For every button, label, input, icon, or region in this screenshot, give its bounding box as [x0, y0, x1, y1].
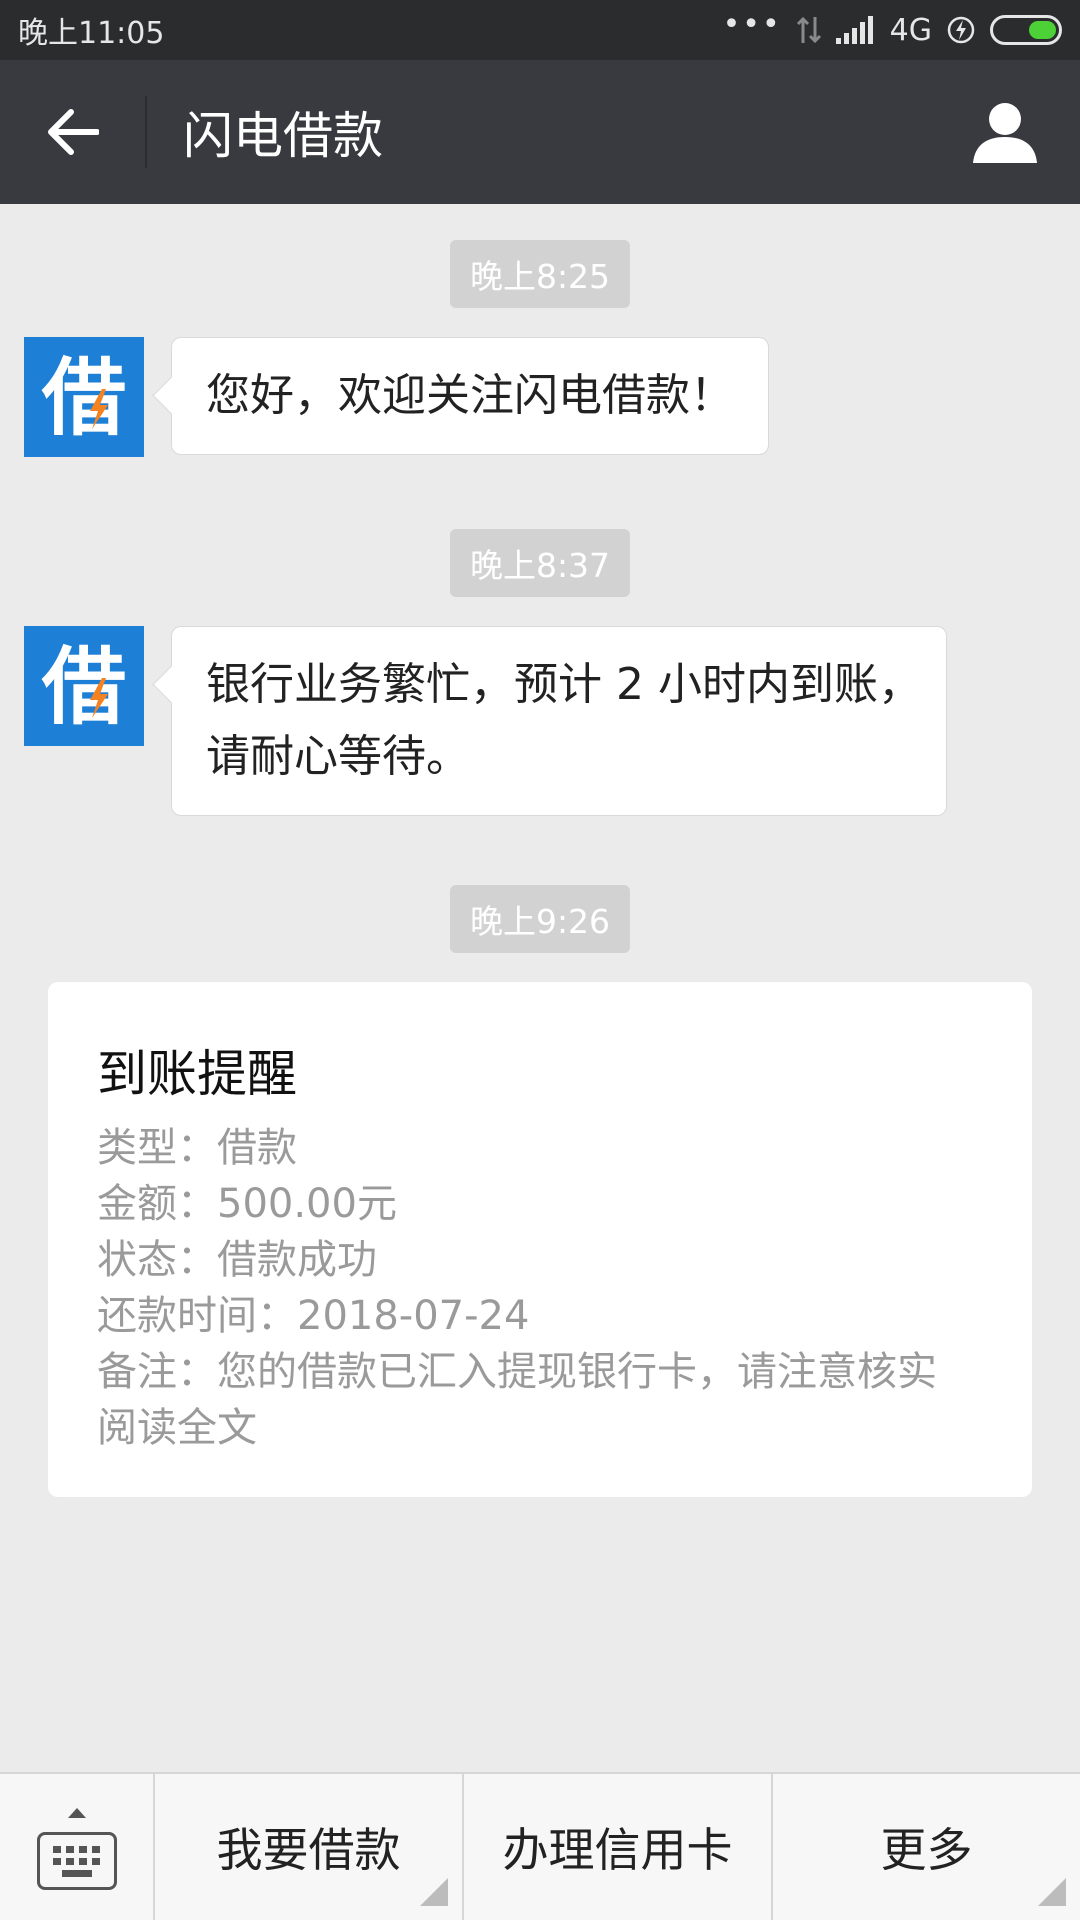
- avatar-char: 借: [41, 349, 126, 445]
- person-icon: [973, 103, 1037, 163]
- message-text: 您好，欢迎关注闪电借款！: [206, 370, 734, 421]
- card-field-status: 状态：借款成功: [97, 1237, 377, 1283]
- avatar[interactable]: 借: [24, 337, 144, 457]
- charging-icon: [947, 16, 975, 44]
- chevron-up-icon: [67, 1808, 86, 1818]
- page-title: 闪电借款: [183, 107, 383, 165]
- submenu-indicator-icon: [1038, 1878, 1066, 1906]
- menu-item-label: 办理信用卡: [502, 1823, 733, 1877]
- bottom-menu: 我要借款 办理信用卡 更多: [0, 1772, 1080, 1920]
- avatar-char: 借: [41, 638, 126, 734]
- nav-bar: 闪电借款: [0, 60, 1080, 204]
- arrow-left-icon: [47, 109, 99, 155]
- message-bubble[interactable]: 您好，欢迎关注闪电借款！: [171, 337, 769, 455]
- card-title: 到账提醒: [97, 1045, 297, 1103]
- message-time: 晚上9:26: [449, 885, 631, 953]
- menu-item-credit-card[interactable]: 办理信用卡: [464, 1774, 773, 1920]
- network-label: 4G: [889, 12, 932, 48]
- avatar[interactable]: 借: [24, 626, 144, 746]
- read-more-link[interactable]: 阅读全文: [97, 1400, 984, 1456]
- message-text-line: 请耐心等待。: [206, 731, 470, 782]
- card-field-amount: 金额：500.00元: [97, 1181, 397, 1227]
- data-arrows-icon: [796, 16, 821, 44]
- message-bubble[interactable]: 银行业务繁忙，预计 2 小时内到账， 请耐心等待。: [171, 626, 947, 816]
- menu-item-label: 更多: [880, 1823, 973, 1877]
- signal-icon: [835, 16, 873, 44]
- card-field-type: 类型：借款: [97, 1125, 297, 1171]
- card-field-note: 备注：您的借款已汇入提现银行卡，请注意核实: [97, 1349, 937, 1395]
- menu-item-borrow[interactable]: 我要借款: [155, 1774, 464, 1920]
- lightning-loan-logo: 借: [41, 638, 126, 734]
- more-dots-icon: •••: [722, 7, 782, 42]
- nav-divider: [145, 96, 147, 168]
- status-time: 晚上11:05: [18, 16, 165, 51]
- notification-card[interactable]: 到账提醒 类型：借款 金额：500.00元 状态：借款成功 还款时间：2018-…: [48, 982, 1032, 1497]
- lightning-loan-logo: 借: [41, 349, 126, 445]
- keyboard-icon: [36, 1832, 117, 1890]
- menu-item-more[interactable]: 更多: [773, 1774, 1080, 1920]
- battery-level: [1029, 21, 1056, 39]
- battery-icon: [990, 15, 1062, 45]
- status-bar: 晚上11:05 ••• 4G: [0, 0, 1080, 60]
- message-time: 晚上8:25: [449, 240, 631, 308]
- back-button[interactable]: [0, 60, 145, 204]
- keyboard-toggle-button[interactable]: [0, 1774, 155, 1920]
- menu-item-label: 我要借款: [216, 1823, 401, 1877]
- card-field-repay-date: 还款时间：2018-07-24: [97, 1293, 530, 1339]
- status-icons: ••• 4G: [722, 7, 1062, 48]
- profile-button[interactable]: [930, 60, 1080, 204]
- message-text-line: 银行业务繁忙，预计 2 小时内到账，: [206, 659, 922, 710]
- message-time: 晚上8:37: [449, 529, 631, 597]
- submenu-indicator-icon: [420, 1878, 448, 1906]
